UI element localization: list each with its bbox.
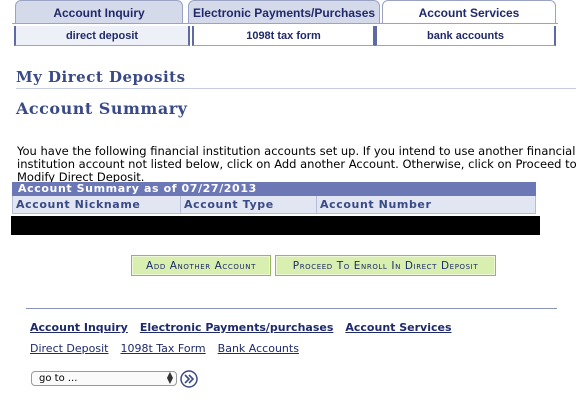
- footer-link-account-services[interactable]: Account Services: [345, 321, 451, 334]
- subtab-bank-accounts[interactable]: bank accounts: [375, 26, 556, 46]
- redacted-account-row: [11, 216, 540, 235]
- proceed-enroll-button[interactable]: Proceed To Enroll In Direct Deposit: [275, 255, 496, 276]
- column-header-type: Account Type: [181, 196, 317, 213]
- subtab-1098t-tax-form[interactable]: 1098t tax form: [192, 26, 375, 46]
- footer-link-1098t-tax-form[interactable]: 1098t Tax Form: [120, 342, 205, 355]
- footer-link-direct-deposit[interactable]: Direct Deposit: [30, 342, 108, 355]
- column-header-nickname: Account Nickname: [13, 196, 181, 213]
- double-chevron-right-icon[interactable]: [180, 370, 198, 388]
- footer-link-electronic-payments[interactable]: Electronic Payments/purchases: [140, 321, 334, 334]
- footer-secondary-links: Direct Deposit 1098t Tax Form Bank Accou…: [30, 342, 299, 355]
- account-summary-table: Account Summary as of 07/27/2013 Account…: [12, 182, 536, 214]
- divider: [16, 88, 576, 89]
- tab-electronic-payments[interactable]: Electronic Payments/Purchases: [188, 0, 380, 24]
- footer-divider: [26, 308, 557, 309]
- column-header-number: Account Number: [320, 198, 432, 211]
- add-another-account-button[interactable]: Add Another Account: [131, 255, 271, 276]
- goto-select[interactable]: go to ... ▲ ▼: [31, 371, 177, 386]
- footer-link-account-inquiry[interactable]: Account Inquiry: [30, 321, 128, 334]
- tab-divider: [12, 23, 558, 24]
- table-caption: Account Summary as of 07/27/2013: [12, 182, 536, 196]
- top-tab-bar: Account Inquiry Electronic Payments/Purc…: [12, 0, 558, 24]
- select-arrows-icon: ▲ ▼: [166, 370, 173, 385]
- subtab-direct-deposit[interactable]: direct deposit: [14, 26, 190, 46]
- sub-tab-bar: direct deposit 1098t tax form bank accou…: [12, 26, 558, 46]
- tab-account-inquiry[interactable]: Account Inquiry: [15, 0, 183, 24]
- section-subtitle: Account Summary: [16, 99, 188, 118]
- footer-link-bank-accounts[interactable]: Bank Accounts: [218, 342, 299, 355]
- intro-text: You have the following financial institu…: [17, 144, 577, 184]
- footer-primary-links: Account Inquiry Electronic Payments/purc…: [30, 321, 452, 334]
- goto-select-value: go to ...: [39, 373, 78, 384]
- tab-account-services[interactable]: Account Services: [382, 0, 556, 24]
- table-header-row: Account Nickname Account Type Account Nu…: [12, 196, 536, 214]
- page-title: My Direct Deposits: [16, 68, 186, 86]
